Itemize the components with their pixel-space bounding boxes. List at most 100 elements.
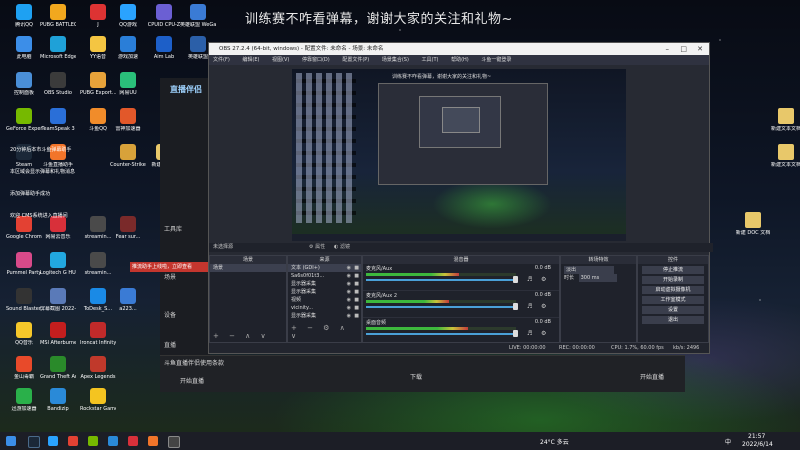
desktop-icon[interactable]: 迅游加速器	[6, 388, 42, 412]
clock-date[interactable]: 2022/6/14	[742, 441, 773, 448]
eye-icon[interactable]: ◉	[347, 280, 351, 288]
menu-edit[interactable]: 编辑(E)	[242, 57, 259, 63]
desktop-icon[interactable]: Sound Blaster ...	[6, 288, 42, 312]
desktop-icon[interactable]: 雷神加速器	[110, 108, 146, 132]
menu-docks[interactable]: 停靠窗口(D)	[302, 57, 330, 63]
desktop-icon[interactable]: Microsoft Edge	[40, 36, 76, 60]
source-list-item[interactable]: 视频 ◉ ■	[288, 296, 361, 304]
eye-icon[interactable]: ◉	[347, 288, 351, 296]
control-button[interactable]: 启动虚拟摄像机	[642, 286, 704, 294]
gear-icon[interactable]: ⚙	[541, 303, 546, 310]
source-list-item[interactable]: Sa6s0f01t3... ◉ ■	[288, 272, 361, 280]
weather-widget[interactable]: 24°C 多云	[540, 437, 569, 446]
desktop-file-icon[interactable]: 新建文本文档	[768, 144, 800, 168]
desktop-icon[interactable]: streamin...	[80, 252, 116, 276]
desktop-icon[interactable]: 此电脑	[6, 36, 42, 60]
maximize-icon[interactable]: □	[680, 43, 687, 55]
device-item[interactable]: 设备	[164, 310, 176, 319]
desktop-icon[interactable]: Logitech G HUB	[40, 252, 76, 276]
app-taskbar-icon[interactable]	[108, 436, 118, 446]
lock-icon[interactable]: ■	[354, 304, 359, 312]
gear-icon[interactable]: ⚙	[541, 276, 546, 283]
source-tools[interactable]: + − ⚙ ∧ ∨	[291, 324, 361, 340]
desktop-icon[interactable]: 屏幕截图 2022-05-...	[40, 288, 76, 312]
desktop-icon[interactable]: Fear sur...	[110, 216, 146, 240]
eye-icon[interactable]: ◉	[347, 296, 351, 304]
lock-icon[interactable]: ■	[354, 280, 359, 288]
desktop-icon[interactable]: QQ音乐	[6, 322, 42, 346]
desktop-icon[interactable]: Bandizip	[40, 388, 76, 412]
minimize-icon[interactable]: –	[666, 43, 670, 55]
speaker-icon[interactable]: ♬	[527, 276, 532, 283]
douyu-taskbar-icon[interactable]	[148, 436, 158, 446]
obs-preview[interactable]: 训练赛不咋看弹幕，谢谢大家的关注和礼物~	[292, 69, 626, 241]
menu-help[interactable]: 帮助(H)	[451, 57, 469, 63]
desktop-icon[interactable]: a223...	[110, 288, 146, 312]
menu-tools[interactable]: 工具(T)	[422, 57, 439, 63]
steam-taskbar-icon[interactable]	[28, 436, 40, 448]
desktop-file-icon[interactable]: 新建 DOC 文档	[735, 212, 771, 236]
lock-icon[interactable]: ■	[354, 312, 359, 320]
volume-slider[interactable]	[366, 279, 516, 281]
desktop-icon[interactable]: GeForce Experience	[6, 108, 42, 132]
live-item[interactable]: 直播	[164, 340, 176, 349]
scene-item[interactable]: 场景	[164, 272, 176, 281]
eye-icon[interactable]: ◉	[347, 312, 351, 320]
desktop-icon[interactable]: MSI Afterburner	[40, 322, 76, 346]
eye-icon[interactable]: ◉	[347, 272, 351, 280]
tool-library-item[interactable]: 工具库	[164, 224, 182, 233]
desktop-icon[interactable]: 英雄联盟 WeGame版	[180, 4, 216, 28]
desktop-icon[interactable]: 游戏加速	[110, 36, 146, 60]
scene-list-item[interactable]: 场景	[210, 264, 286, 272]
desktop-icon[interactable]: Pummel Party	[6, 252, 42, 276]
source-list-item[interactable]: 文本 (GDI+) ◉ ■	[288, 264, 361, 272]
desktop-icon[interactable]: Counter-Strike...	[110, 144, 146, 168]
control-button[interactable]: 开始录制	[642, 276, 704, 284]
desktop-icon[interactable]: 网易云音乐	[40, 216, 76, 240]
volume-slider-handle[interactable]	[513, 330, 518, 337]
eye-icon[interactable]: ◉	[347, 264, 351, 272]
source-list-item[interactable]: 显示器采集 ◉ ■	[288, 312, 361, 320]
start-live-left[interactable]: 开始直播	[180, 376, 204, 385]
start-icon[interactable]	[6, 436, 16, 446]
source-list-item[interactable]: vicinity... ◉ ■	[288, 304, 361, 312]
clock-time[interactable]: 21:57	[748, 433, 765, 440]
lock-icon[interactable]: ■	[354, 272, 359, 280]
desktop-icon[interactable]: 网易UU	[110, 72, 146, 96]
obs-taskbar-icon[interactable]	[168, 436, 180, 448]
start-live-button[interactable]: 开始直播	[640, 372, 664, 381]
desktop-icon[interactable]: Apex Legends	[80, 356, 116, 380]
download-button[interactable]: 下载	[410, 372, 422, 381]
scene-tools[interactable]: + − ∧ ∨	[213, 332, 270, 340]
input-language[interactable]: 中	[725, 437, 731, 446]
menu-scene-collection[interactable]: 场景集合(S)	[382, 57, 409, 63]
control-button[interactable]: 设置	[642, 306, 704, 314]
volume-slider-handle[interactable]	[513, 303, 518, 310]
transition-select[interactable]: 淡出	[561, 266, 636, 274]
properties-button[interactable]: ⚙ 属性	[309, 243, 325, 252]
volume-slider-handle[interactable]	[513, 276, 518, 283]
filters-button[interactable]: ◐ 滤镜	[334, 243, 350, 252]
menu-profile[interactable]: 配置文件(P)	[342, 57, 369, 63]
lock-icon[interactable]: ■	[354, 288, 359, 296]
volume-slider[interactable]	[366, 333, 516, 335]
terms-notice[interactable]: 斗鱼直播伴侣使用条款	[164, 358, 224, 367]
desktop-icon[interactable]: PUBG BATTLEGR...	[40, 4, 76, 28]
desktop-icon[interactable]: 控制面板	[6, 72, 42, 96]
desktop-icon[interactable]: TeamSpeak 3	[40, 108, 76, 132]
lock-icon[interactable]: ■	[354, 296, 359, 304]
app-taskbar-icon[interactable]	[88, 436, 98, 446]
desktop-icon[interactable]: Rockstar Games...	[80, 388, 116, 412]
control-button[interactable]: 工作室模式	[642, 296, 704, 304]
desktop-icon[interactable]: Google Chrome	[6, 216, 42, 240]
desktop-icon[interactable]: Aim Lab	[146, 36, 182, 60]
desktop-file-icon[interactable]: 新建文本文档	[768, 108, 800, 132]
menu-douyu-login[interactable]: 斗鱼一键登录	[481, 57, 511, 63]
eye-icon[interactable]: ◉	[347, 304, 351, 312]
desktop-icon[interactable]: 腾讯QQ	[6, 4, 42, 28]
menu-file[interactable]: 文件(F)	[213, 57, 230, 63]
speaker-icon[interactable]: ♬	[527, 330, 532, 337]
source-list-item[interactable]: 显示器采集 ◉ ■	[288, 288, 361, 296]
speaker-icon[interactable]: ♬	[527, 303, 532, 310]
volume-slider[interactable]	[366, 306, 516, 308]
